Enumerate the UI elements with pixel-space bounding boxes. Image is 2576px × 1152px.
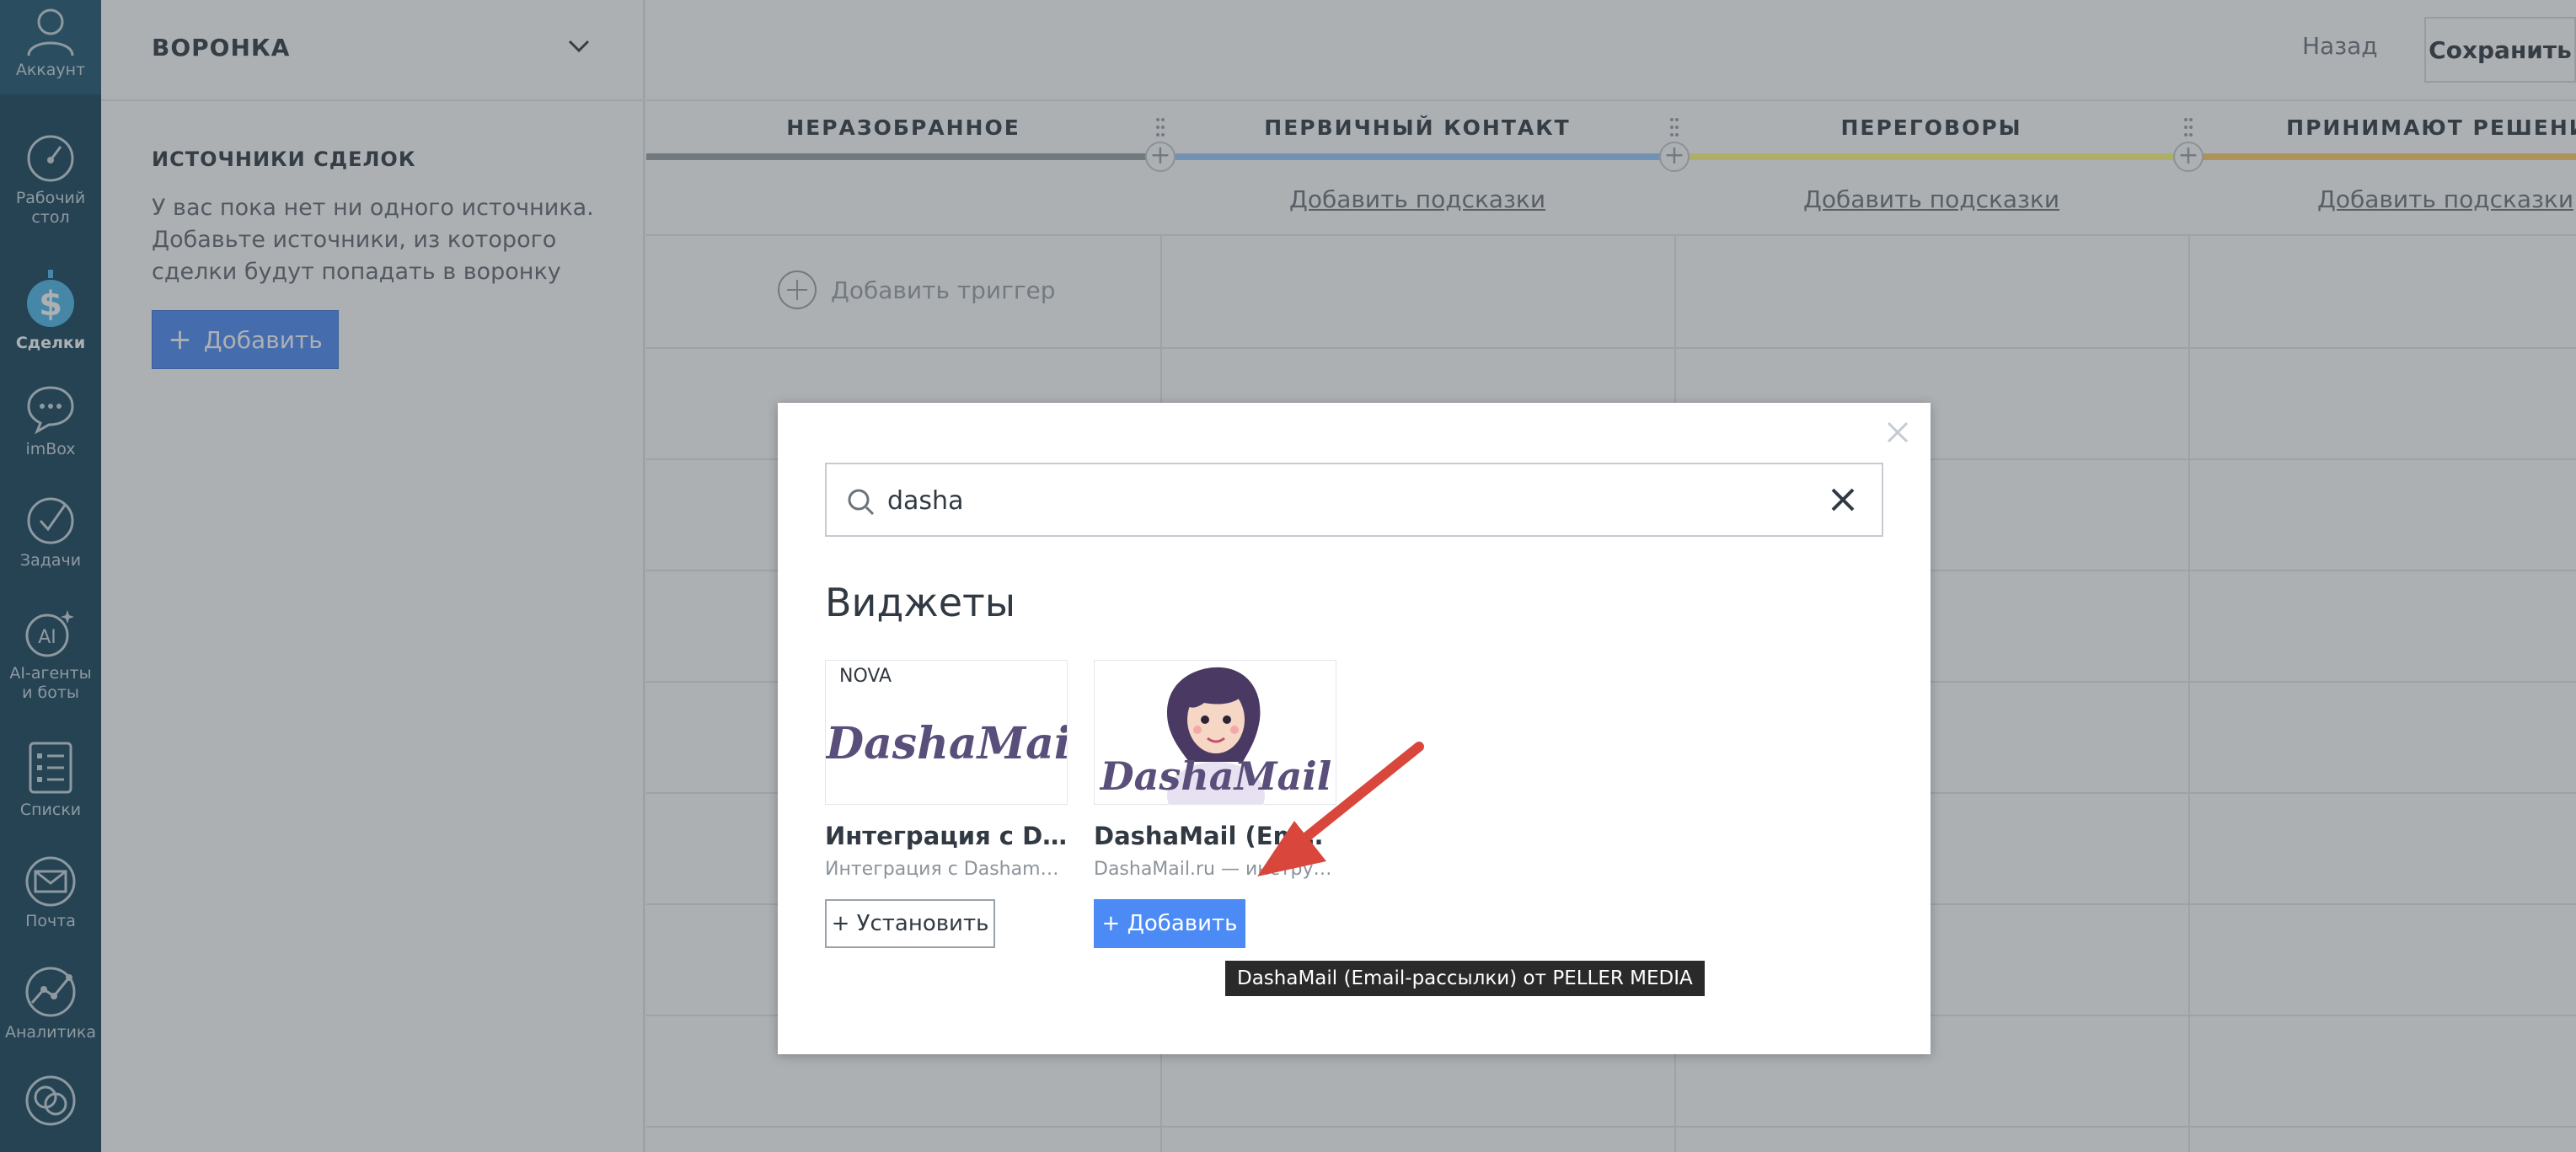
close-icon[interactable] <box>1883 418 1912 447</box>
widget-title: Интеграция с Dasha... <box>825 822 1069 850</box>
search-input[interactable] <box>887 481 1814 520</box>
add-widget-button[interactable]: + Добавить <box>1094 899 1245 948</box>
clear-search-icon[interactable] <box>1829 486 1856 513</box>
install-button[interactable]: + Установить <box>825 899 995 948</box>
dashamail-logo: DashaMail <box>826 718 1068 769</box>
widget-thumbnail[interactable]: NOVA DashaMail <box>825 660 1068 805</box>
widget-description: Интеграция с Dashamail ... <box>825 859 1069 880</box>
search-icon <box>848 489 875 516</box>
widget-search-modal: Виджеты NOVA DashaMail Интеграция с Dash… <box>778 403 1931 1054</box>
widget-tooltip: DashaMail (Email-рассылки) от PELLER MED… <box>1225 961 1705 996</box>
widgets-section-title: Виджеты <box>825 580 1016 625</box>
vendor-badge: NOVA <box>839 666 892 687</box>
annotation-arrow-icon <box>1257 742 1424 876</box>
search-box[interactable] <box>825 463 1883 537</box>
